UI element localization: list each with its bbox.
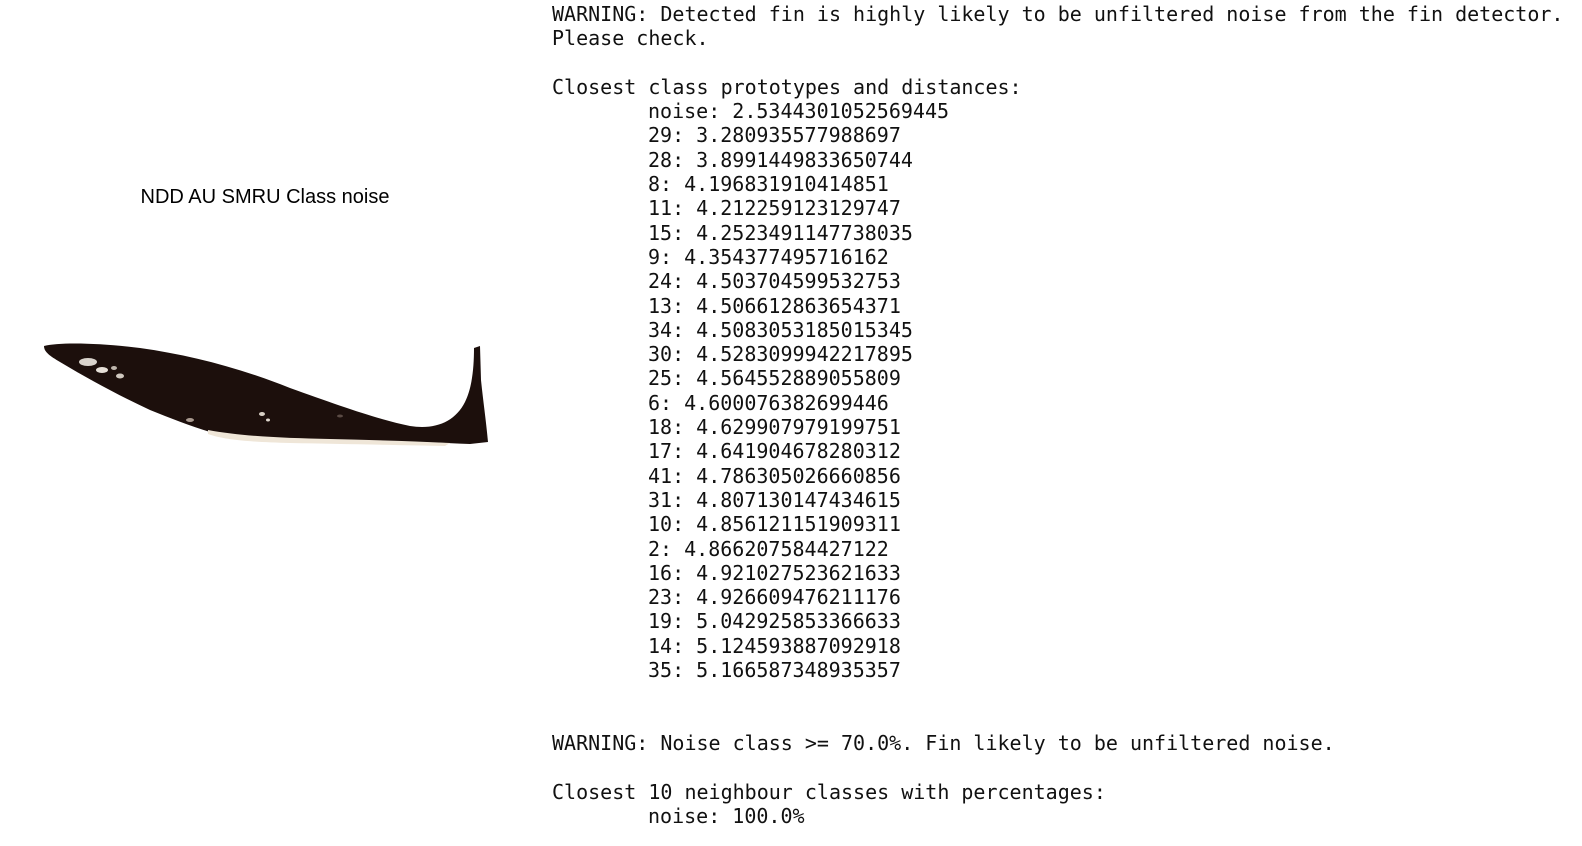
prototype-distance: 23: 4.926609476211176	[648, 585, 901, 610]
prototype-distance: 25: 4.564552889055809	[648, 366, 901, 391]
prototype-distance: 18: 4.629907979199751	[648, 415, 901, 440]
fin-class-title: NDD AU SMRU Class noise	[140, 186, 390, 208]
prototype-distance: 41: 4.786305026660856	[648, 463, 901, 488]
neighbours-header: Closest 10 neighbour classes with percen…	[552, 779, 1106, 804]
prototype-distance: noise: 2.5344301052569445	[648, 99, 950, 124]
prototype-distance: 13: 4.506612863654371	[648, 293, 901, 318]
prototype-distance: 14: 5.124593887092918	[648, 633, 901, 658]
noise-class-warning: WARNING: Noise class >= 70.0%. Fin likel…	[552, 730, 1335, 755]
prototypes-header: Closest class prototypes and distances:	[552, 74, 1022, 99]
prototype-distance: 34: 4.5083053185015345	[648, 317, 913, 342]
warning-line: WARNING: Detected fin is highly likely t…	[552, 2, 1564, 26]
fin-image	[44, 343, 488, 446]
prototype-distance: 17: 4.641904678280312	[648, 439, 901, 464]
prototype-distance: 6: 4.600076382699446	[648, 390, 889, 415]
prototype-distance: 35: 5.166587348935357	[648, 658, 901, 683]
prototype-distance: 10: 4.856121151909311	[648, 512, 901, 537]
fin-panel: NDD AU SMRU Class noise	[0, 0, 540, 846]
prototype-distance: 19: 5.042925853366633	[648, 609, 901, 634]
prototype-distance: 11: 4.212259123129747	[648, 196, 901, 221]
prototype-distance: 8: 4.196831910414851	[648, 172, 889, 197]
prototype-distance: 31: 4.807130147434615	[648, 487, 901, 512]
prototype-distance: 30: 4.5283099942217895	[648, 342, 913, 367]
prototype-distance: 28: 3.8991449833650744	[648, 147, 913, 172]
prototype-distance: 24: 4.503704599532753	[648, 269, 901, 294]
prototype-distance: 29: 3.280935577988697	[648, 123, 901, 148]
prototype-distance: 2: 4.866207584427122	[648, 536, 889, 561]
warning-line: Please check.	[552, 26, 709, 51]
neighbour-percentage: noise: 100.0%	[648, 803, 805, 828]
prototype-distance: 15: 4.2523491147738035	[648, 220, 913, 245]
prototype-distance: 9: 4.354377495716162	[648, 244, 889, 269]
prototype-distance: 16: 4.921027523621633	[648, 560, 901, 585]
console-output: WARNING: Detected fin is highly likely t…	[552, 2, 1577, 828]
